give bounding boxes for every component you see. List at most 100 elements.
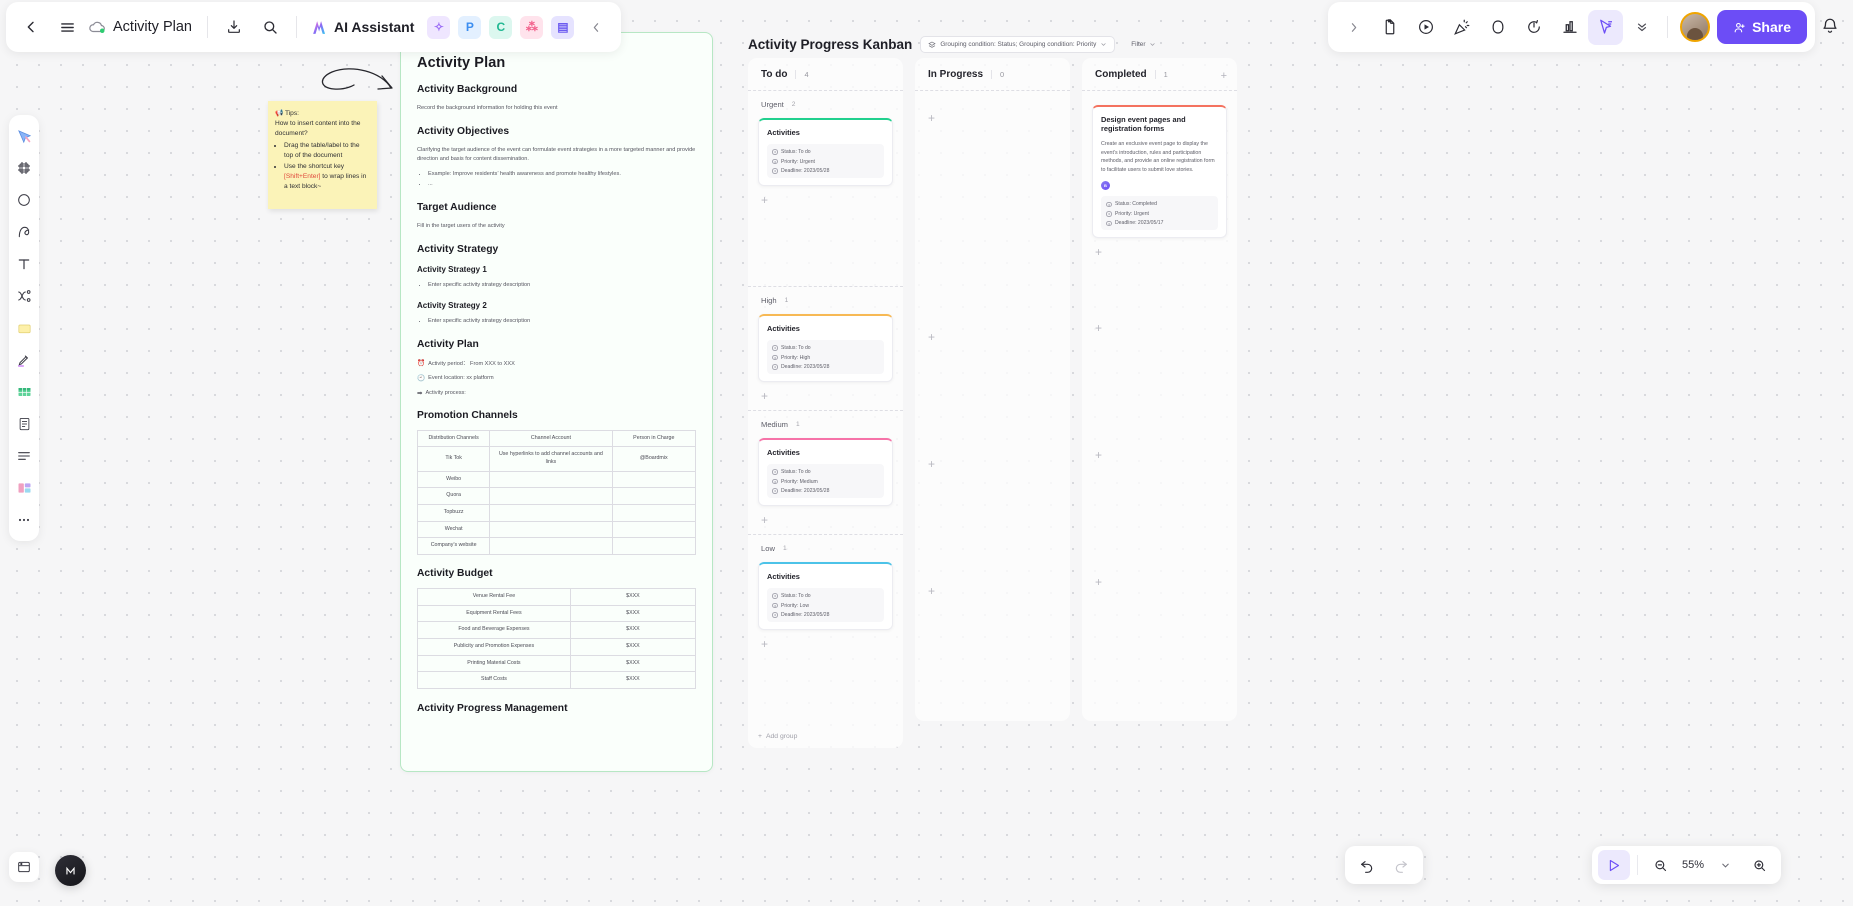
grouping-condition-button[interactable]: Grouping condition: Status; Grouping con…	[920, 36, 1116, 53]
kanban-card[interactable]: Design event pages and registration form…	[1092, 105, 1227, 239]
table-row[interactable]: Printing Material Costs $XXX	[417, 654, 697, 673]
kanban-card[interactable]: Activities Status: To do Priority: High …	[758, 314, 893, 382]
sticky-note-tool-icon[interactable]	[11, 313, 38, 343]
table-row[interactable]: Staff Costs $XXX	[417, 671, 697, 690]
download-icon[interactable]	[217, 10, 251, 44]
table-row[interactable]: Publicity and Promotion Expenses $XXX	[417, 638, 697, 656]
filter-button[interactable]: Filter	[1123, 36, 1164, 53]
add-card-button[interactable]: +	[915, 577, 1070, 605]
list-tool-icon[interactable]	[11, 441, 38, 471]
timer-tool-icon[interactable]	[1516, 10, 1551, 45]
zoom-dropdown-button[interactable]	[1709, 850, 1741, 880]
celebrate-tool-icon[interactable]	[1444, 10, 1479, 45]
undo-button[interactable]	[1351, 850, 1383, 880]
share-button[interactable]: Share	[1717, 10, 1807, 44]
doc-heading-promotion-channels: Promotion Channels	[417, 409, 518, 421]
add-card-button[interactable]: +	[1082, 441, 1237, 469]
sticky-note[interactable]: 📢 Tips: How to insert content into the d…	[268, 101, 377, 209]
pointer-tool-icon[interactable]	[1588, 9, 1624, 45]
back-button[interactable]	[14, 10, 48, 44]
document-title[interactable]: Activity Plan	[86, 19, 198, 35]
table-row[interactable]: Venue Rental Fee $XXX	[417, 588, 697, 606]
top-left-toolbar: Activity Plan AI Assistant ✧ P C ⁂ ▤	[6, 2, 622, 52]
column-header: Completed 1	[1082, 58, 1237, 90]
note-tool-icon[interactable]	[1372, 10, 1407, 45]
hamburger-menu-icon[interactable]	[50, 10, 84, 44]
table-row[interactable]: Wechat	[416, 520, 697, 539]
kanban-card[interactable]: Activities Status: To do Priority: Low D…	[758, 562, 893, 630]
card-property-priority: Priority: Urgent	[772, 159, 879, 165]
card-assignee-avatar[interactable]: B	[1101, 181, 1110, 191]
record-tool-icon[interactable]	[1408, 10, 1443, 45]
add-card-button[interactable]: +	[1082, 238, 1237, 266]
mindmap-app-icon[interactable]: C	[489, 15, 513, 39]
circle-tool-icon[interactable]	[11, 185, 38, 215]
more-tools-ellipsis-icon[interactable]	[11, 505, 38, 535]
add-card-button[interactable]: +	[748, 186, 903, 214]
zoom-out-button[interactable]	[1645, 850, 1677, 880]
card-property-deadline: Deadline: 2023/05/28	[772, 612, 879, 618]
doc-event-location: 🕘 Event location: xx platform	[417, 374, 696, 382]
bell-icon[interactable]	[1813, 9, 1847, 43]
clock-icon	[1106, 220, 1112, 227]
curve-tool-icon[interactable]	[11, 217, 38, 247]
redo-button[interactable]	[1385, 850, 1417, 880]
table-row[interactable]: Company’s website	[416, 537, 697, 556]
template-tool-icon[interactable]	[11, 473, 38, 503]
plus-icon: +	[928, 330, 936, 344]
zoom-level-value[interactable]: 55%	[1679, 859, 1707, 871]
add-card-button[interactable]: +	[748, 506, 903, 534]
frame-tool-icon[interactable]	[11, 153, 38, 183]
presentation-app-icon[interactable]: P	[458, 15, 482, 39]
more-tools-icon[interactable]	[1624, 10, 1659, 45]
network-app-icon[interactable]: ⁂	[520, 15, 544, 39]
table-row[interactable]: Topbuzz	[416, 504, 697, 522]
present-button[interactable]	[1597, 850, 1630, 880]
image-app-icon[interactable]: ✧	[427, 15, 451, 39]
add-card-button[interactable]: +	[1082, 568, 1237, 596]
shape-tool-icon[interactable]	[1480, 10, 1515, 45]
table-row[interactable]: Tik Tok Use hyperlinks to add channel ac…	[416, 446, 697, 472]
document-tool-icon[interactable]	[11, 409, 38, 439]
activity-plan-document[interactable]: Activity Plan Activity Background Record…	[400, 32, 713, 772]
add-column-button[interactable]: +	[1221, 70, 1227, 82]
group-name: High	[761, 296, 777, 305]
kanban-column-in-progress[interactable]: In Progress 0 + + + +	[915, 58, 1070, 721]
table-tool-icon[interactable]	[11, 377, 38, 407]
add-card-button[interactable]: +	[915, 91, 1070, 132]
select-tool-icon[interactable]	[11, 121, 38, 151]
cell-account	[489, 520, 613, 539]
user-avatar[interactable]	[1680, 12, 1711, 42]
chart-tool-icon[interactable]	[1552, 10, 1587, 45]
add-card-button[interactable]: +	[748, 630, 903, 658]
table-row[interactable]: Weibo	[416, 470, 697, 489]
kanban-column-to-do[interactable]: To do 4 Urgent 2 Activities Status: To d…	[748, 58, 903, 748]
add-card-button[interactable]: +	[1082, 314, 1237, 342]
export-frame-button[interactable]	[9, 852, 39, 882]
promotion-channels-table[interactable]: Distribution Channels Channel Account Pe…	[416, 429, 697, 556]
sticky-note-title: 📢 Tips:	[275, 109, 370, 119]
collapse-toolbar-button[interactable]	[579, 10, 613, 44]
connector-tool-icon[interactable]	[11, 281, 38, 311]
ai-assistant-button[interactable]: AI Assistant	[306, 18, 422, 37]
add-card-button[interactable]: +	[915, 323, 1070, 351]
activity-budget-table[interactable]: Venue Rental Fee $XXX Equipment Rental F…	[417, 588, 697, 690]
kanban-card[interactable]: Activities Status: To do Priority: Urgen…	[758, 118, 893, 186]
add-group-button[interactable]: + Add group	[758, 733, 797, 740]
table-row[interactable]: Food and Beverage Expenses $XXX	[417, 621, 697, 640]
highlighter-tool-icon[interactable]	[11, 345, 38, 375]
add-card-button[interactable]: +	[748, 382, 903, 410]
expand-tools-button[interactable]	[1336, 10, 1371, 45]
assistant-avatar-fab[interactable]	[55, 855, 86, 886]
chat-app-icon[interactable]: ▤	[551, 15, 575, 39]
search-icon[interactable]	[253, 10, 287, 44]
table-row[interactable]: Equipment Rental Fees $XXX	[417, 604, 697, 623]
kanban-card[interactable]: Activities Status: To do Priority: Mediu…	[758, 438, 893, 506]
add-card-button[interactable]: +	[915, 450, 1070, 478]
document-title-text: Activity Plan	[113, 19, 192, 35]
kanban-column-completed[interactable]: Completed 1 + Design event pages and reg…	[1082, 58, 1237, 721]
table-row[interactable]: Quora	[416, 487, 697, 506]
cell-budget-amount: $XXX	[569, 588, 697, 606]
text-T-icon[interactable]	[11, 249, 38, 279]
zoom-in-button[interactable]	[1743, 850, 1775, 880]
